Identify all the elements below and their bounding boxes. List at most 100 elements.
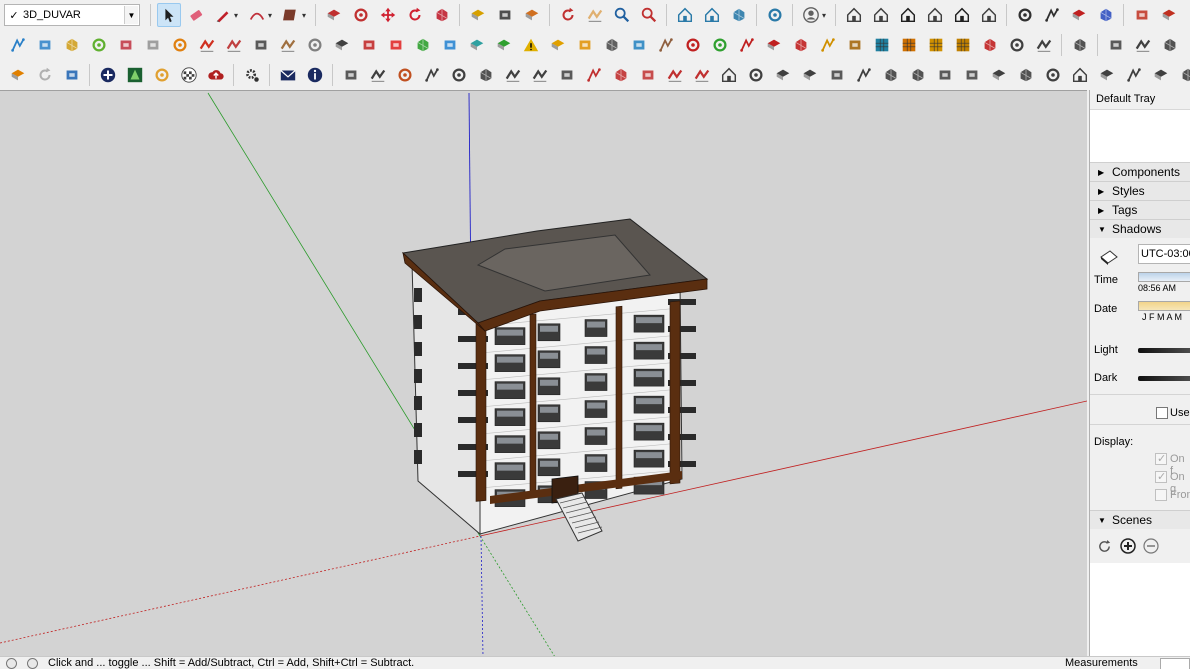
corner-button[interactable] bbox=[582, 63, 606, 87]
section-cut-button[interactable] bbox=[1157, 3, 1181, 27]
rafter-button[interactable] bbox=[960, 63, 984, 87]
wireframe-style-button[interactable] bbox=[1040, 3, 1064, 27]
roof-slope-button[interactable] bbox=[1068, 63, 1092, 87]
smooth-button[interactable] bbox=[492, 33, 516, 57]
tray-section-shadows[interactable]: ▼ Shadows bbox=[1090, 219, 1190, 238]
drape-button[interactable] bbox=[114, 33, 138, 57]
fence-button[interactable] bbox=[1095, 63, 1119, 87]
right-view-button[interactable] bbox=[923, 3, 947, 27]
railing-button[interactable] bbox=[1122, 63, 1146, 87]
mirror-button[interactable] bbox=[1104, 33, 1128, 57]
tape-measure-button[interactable] bbox=[466, 3, 490, 27]
ramp-button[interactable] bbox=[906, 63, 930, 87]
shadow-toggle-icon[interactable] bbox=[1098, 248, 1120, 266]
tile-grid-button[interactable] bbox=[924, 33, 948, 57]
solid-split-button[interactable] bbox=[276, 33, 300, 57]
remove-scene-icon[interactable] bbox=[1142, 538, 1159, 555]
poly-shape-button[interactable] bbox=[447, 63, 471, 87]
solid-outer-shell-button[interactable] bbox=[303, 33, 327, 57]
cleanup-button[interactable] bbox=[654, 33, 678, 57]
left-view-button[interactable] bbox=[977, 3, 1001, 27]
tile-pattern-button[interactable] bbox=[897, 33, 921, 57]
user-account-button[interactable] bbox=[799, 3, 823, 27]
scale-button[interactable] bbox=[430, 3, 454, 27]
stack-button[interactable] bbox=[1185, 33, 1190, 57]
angle-button[interactable] bbox=[636, 63, 660, 87]
eraser-button[interactable] bbox=[184, 3, 208, 27]
credits-icon[interactable] bbox=[27, 657, 38, 669]
back-view-button[interactable] bbox=[950, 3, 974, 27]
beam-button[interactable] bbox=[987, 63, 1011, 87]
warehouse-button[interactable] bbox=[673, 3, 697, 27]
measurements-input[interactable] bbox=[1160, 658, 1190, 669]
geo-location-icon[interactable] bbox=[6, 657, 17, 669]
round-corner-button[interactable] bbox=[411, 33, 435, 57]
wall-button[interactable] bbox=[771, 63, 795, 87]
add-detail-button[interactable] bbox=[141, 33, 165, 57]
model-viewport[interactable] bbox=[0, 90, 1087, 656]
paint-bucket-button[interactable] bbox=[520, 3, 544, 27]
group-button[interactable] bbox=[762, 33, 786, 57]
chevron-down-icon[interactable]: ▼ bbox=[124, 6, 138, 24]
line-pencil-button[interactable] bbox=[211, 3, 235, 27]
smoove-button[interactable] bbox=[60, 33, 84, 57]
sandbox-from-contours-button[interactable] bbox=[6, 33, 30, 57]
select-button[interactable] bbox=[156, 3, 181, 27]
date-slider[interactable] bbox=[1138, 301, 1190, 311]
reshape-button[interactable] bbox=[474, 63, 498, 87]
checker-texture-button[interactable] bbox=[177, 63, 201, 87]
shaded-style-button[interactable] bbox=[1067, 3, 1091, 27]
make-unique-button[interactable] bbox=[789, 33, 813, 57]
select-loop-button[interactable] bbox=[1005, 33, 1029, 57]
artisan-button[interactable] bbox=[627, 33, 651, 57]
fredo-scale-button[interactable] bbox=[438, 33, 462, 57]
box-button[interactable] bbox=[528, 63, 552, 87]
rotate-button[interactable] bbox=[403, 3, 427, 27]
add-circle-button[interactable] bbox=[96, 63, 120, 87]
panel-button[interactable] bbox=[825, 63, 849, 87]
layer-dropdown[interactable]: ✓ 3D_DUVAR ▼ bbox=[4, 4, 140, 26]
dropdown-arrow-icon[interactable]: ▾ bbox=[822, 11, 829, 20]
add-scene-icon[interactable] bbox=[1119, 538, 1136, 555]
orbit-button[interactable] bbox=[556, 3, 580, 27]
explode-button[interactable] bbox=[978, 33, 1002, 57]
render-button[interactable] bbox=[6, 63, 30, 87]
truss-button[interactable] bbox=[933, 63, 957, 87]
pan-button[interactable] bbox=[583, 3, 607, 27]
extrude-button[interactable] bbox=[573, 33, 597, 57]
layout-button[interactable] bbox=[727, 3, 751, 27]
building-model[interactable] bbox=[401, 218, 709, 542]
loft-button[interactable] bbox=[546, 33, 570, 57]
component-button[interactable] bbox=[735, 33, 759, 57]
spiral-button[interactable] bbox=[501, 63, 525, 87]
textured-style-button[interactable] bbox=[1094, 3, 1118, 27]
tray-section-scenes[interactable]: ▼ Scenes bbox=[1090, 510, 1190, 529]
layer-manager-button[interactable] bbox=[1032, 33, 1056, 57]
subdivide-button[interactable] bbox=[465, 33, 489, 57]
solid-subtract-button[interactable] bbox=[222, 33, 246, 57]
stamp-button[interactable] bbox=[87, 33, 111, 57]
profile-builder-button[interactable] bbox=[708, 33, 732, 57]
hand-button[interactable] bbox=[798, 63, 822, 87]
iso-view-button[interactable] bbox=[842, 3, 866, 27]
dropdown-arrow-icon[interactable]: ▾ bbox=[302, 11, 309, 20]
extension-warehouse-button[interactable] bbox=[700, 3, 724, 27]
door-button[interactable] bbox=[1176, 63, 1190, 87]
dimension-button[interactable] bbox=[843, 33, 867, 57]
mail-button[interactable] bbox=[276, 63, 300, 87]
section-plane-button[interactable] bbox=[1130, 3, 1154, 27]
push-pull-button[interactable] bbox=[322, 3, 346, 27]
solid-trim-button[interactable] bbox=[249, 33, 273, 57]
zoom-extents-button[interactable] bbox=[637, 3, 661, 27]
top-view-button[interactable] bbox=[869, 3, 893, 27]
zoom-button[interactable] bbox=[610, 3, 634, 27]
floor-button[interactable] bbox=[1041, 63, 1065, 87]
info-button[interactable] bbox=[303, 63, 327, 87]
text-button[interactable] bbox=[493, 3, 517, 27]
refresh-button[interactable] bbox=[33, 63, 57, 87]
stairs-button[interactable] bbox=[879, 63, 903, 87]
flip-edge-button[interactable] bbox=[168, 33, 192, 57]
offset-button[interactable] bbox=[555, 63, 579, 87]
light-slider[interactable] bbox=[1138, 348, 1190, 353]
copy-along-button[interactable] bbox=[1068, 33, 1092, 57]
